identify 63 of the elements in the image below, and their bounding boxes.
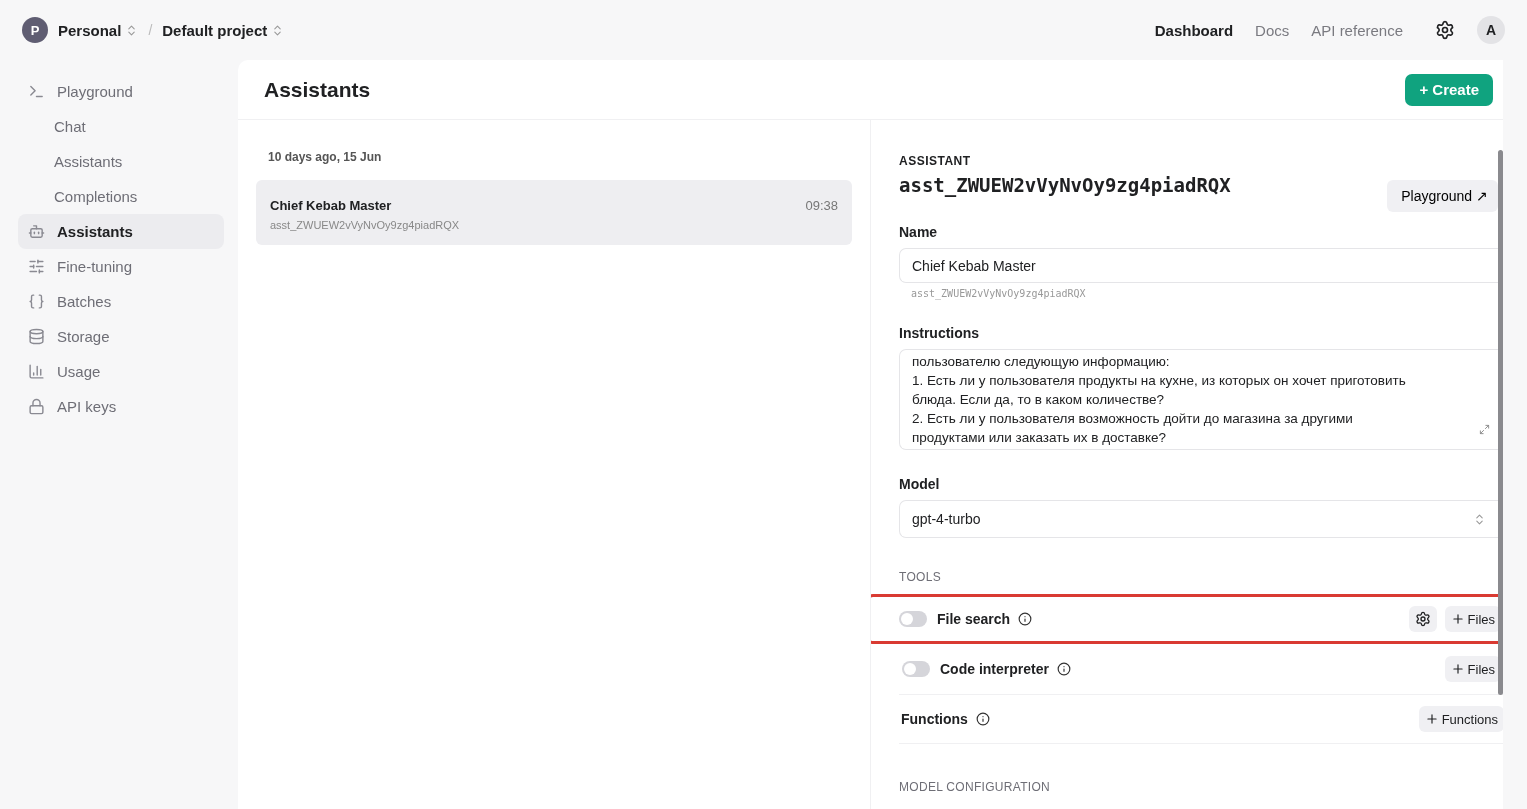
sidebar-item[interactable]: Usage (18, 354, 224, 389)
plus-icon (1424, 712, 1439, 726)
name-field[interactable]: Chief Kebab Master (899, 248, 1498, 283)
sidebar-item[interactable]: Playground (18, 74, 224, 109)
plus-icon (1450, 662, 1465, 676)
info-icon[interactable] (1018, 612, 1033, 626)
add-functions-button[interactable]: Functions (1418, 706, 1503, 732)
instructions-field[interactable]: пользователю следующую информацию: 1. Есть ли у пользователя продукты на кухне, из которых он хочет приготовить блюда. Если да, то в каком количестве? 2. Есть ли у пользователя возможность дойти до магазина за другими продуктами или заказать их в доставке? (899, 349, 1498, 450)
info-icon[interactable] (1056, 662, 1071, 676)
sidebar-item[interactable]: Batches (18, 284, 224, 319)
terminal-icon (28, 83, 45, 100)
expand-icon[interactable] (1479, 424, 1490, 435)
assistant-card[interactable]: Chief Kebab Master 09:38 asst_ZWUEW2vVyNvOy9zg4piadRQX (256, 180, 852, 245)
bar-chart-icon (28, 363, 45, 380)
toggle-switch[interactable] (899, 611, 927, 627)
field-label: Name (899, 224, 939, 240)
sidebar-subitem[interactable]: Assistants (18, 144, 224, 179)
assistant-name: Chief Kebab Master (270, 198, 393, 213)
sidebar-subitem[interactable]: Chat (18, 109, 224, 144)
date-group-label: 10 days ago, 15 Jun (267, 150, 383, 166)
user-avatar[interactable]: A (1477, 16, 1505, 44)
info-icon[interactable] (975, 712, 990, 726)
assistant-id-heading: asst_ZWUEW2vVyNvOy9zg4piadRQX (899, 174, 1231, 196)
field-label: Model (899, 476, 941, 492)
chevrons-icon[interactable] (1473, 512, 1486, 526)
settings-icon[interactable] (1435, 20, 1455, 40)
sidebar-item[interactable]: API keys (18, 389, 224, 424)
breadcrumb-separator: / (148, 22, 153, 38)
sidebar-item[interactable]: Fine-tuning (18, 249, 224, 284)
page-title: Assistants (264, 77, 371, 102)
tool-label: File search (937, 611, 1011, 627)
org-avatar[interactable]: P (22, 17, 48, 43)
model-select[interactable]: gpt-4-turbo (899, 500, 1498, 538)
settings-button[interactable] (1408, 606, 1437, 632)
sliders-icon (28, 258, 45, 275)
sidebar-item[interactable]: Assistants (18, 214, 224, 249)
sidebar-item[interactable]: Storage (18, 319, 224, 354)
add-files-button[interactable]: Files (1444, 606, 1501, 632)
field-hint: asst_ZWUEW2vVyNvOy9zg4piadRQX (910, 287, 1087, 299)
section-eyebrow: ASSISTANT (899, 154, 972, 168)
functions-label: Functions (901, 711, 968, 727)
nav-link[interactable]: API reference (1311, 21, 1403, 39)
field-label: Instructions (899, 325, 981, 341)
assistant-time: 09:38 (805, 198, 838, 213)
org-switcher[interactable]: Personal (58, 21, 139, 39)
lock-icon (28, 398, 45, 415)
plus-icon (1450, 612, 1465, 626)
nav-link[interactable]: Docs (1255, 21, 1290, 39)
section-heading: MODEL CONFIGURATION (899, 780, 1052, 794)
robot-icon (28, 223, 45, 240)
toggle-switch[interactable] (902, 661, 930, 677)
database-icon (28, 328, 45, 345)
tool-label: Code interpreter (940, 661, 1049, 677)
assistant-id: asst_ZWUEW2vVyNvOy9zg4piadRQX (270, 219, 461, 231)
playground-button[interactable]: Playground ↗ (1387, 180, 1498, 212)
settings-icon (1414, 611, 1431, 627)
project-switcher[interactable]: Default project (162, 21, 285, 39)
add-files-button[interactable]: Files (1444, 656, 1501, 682)
nav-link[interactable]: Dashboard (1154, 21, 1234, 39)
sidebar-subitem[interactable]: Completions (18, 179, 224, 214)
scrollbar[interactable] (1498, 150, 1503, 695)
braces-icon (28, 293, 45, 310)
section-heading: TOOLS (899, 570, 942, 584)
